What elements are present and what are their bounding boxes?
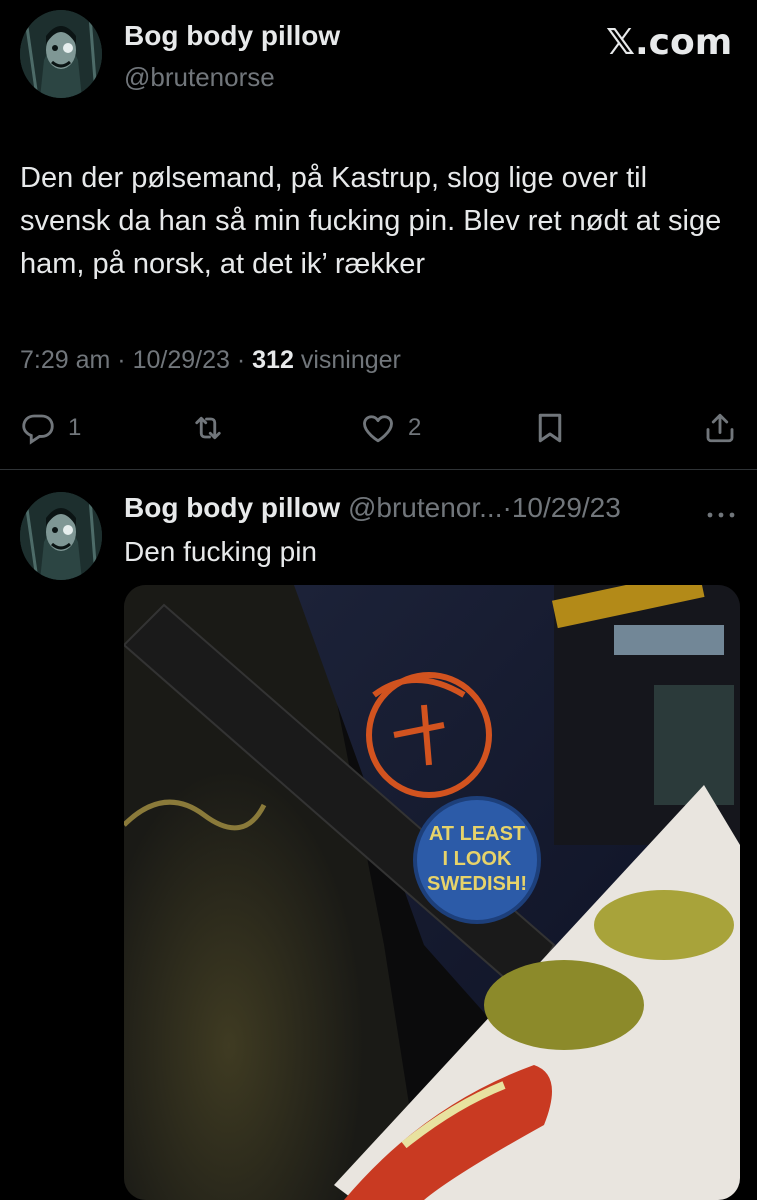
reply-author-handle[interactable]: @brutenor... (348, 492, 503, 523)
like-button[interactable]: 2 (360, 410, 421, 446)
reply-count: 1 (68, 414, 82, 441)
divider (0, 469, 757, 470)
reply-header: Bog body pillow @brutenor...·10/29/23 (124, 492, 621, 524)
avatar-illustration (20, 10, 102, 98)
reply-author-name[interactable]: Bog body pillow (124, 492, 340, 523)
tweet-photo[interactable]: AT LEAST I LOOK SWEDISH! (124, 585, 740, 1200)
tweet-time[interactable]: 7:29 am (20, 346, 110, 374)
author-name[interactable]: Bog body pillow (124, 20, 340, 52)
more-icon (707, 512, 735, 518)
retweet-icon (195, 416, 221, 440)
more-button[interactable] (706, 506, 736, 518)
tweet-date[interactable]: 10/29/23 (133, 346, 230, 374)
reply-date[interactable]: 10/29/23 (512, 492, 621, 523)
reply-icon (22, 414, 54, 445)
like-count: 2 (408, 414, 422, 441)
tweet-meta: 7:29 am · 10/29/23 · 312 visninger (20, 346, 401, 375)
meta-separator: · (117, 346, 126, 374)
bookmark-icon (538, 413, 562, 443)
author-handle[interactable]: @brutenorse (124, 62, 275, 93)
heart-icon (363, 415, 393, 443)
bookmark-button[interactable] (532, 410, 568, 446)
reply-separator: · (502, 492, 512, 523)
tweet-text: Den der pølsemand, på Kastrup, slog lige… (20, 162, 722, 280)
photo-image: AT LEAST I LOOK SWEDISH! (124, 585, 740, 1200)
site-logo: 𝕏.com (606, 22, 733, 63)
meta-separator: · (236, 346, 246, 374)
share-icon (706, 413, 734, 443)
reply-author-avatar[interactable] (20, 492, 102, 580)
reply-button[interactable]: 1 (20, 410, 81, 446)
svg-text:AT LEAST: AT LEAST (429, 823, 525, 845)
retweet-button[interactable] (190, 410, 226, 446)
svg-text:I LOOK: I LOOK (443, 848, 512, 870)
views-label: visninger (300, 346, 401, 374)
author-avatar[interactable] (20, 10, 102, 98)
share-button[interactable] (702, 410, 738, 446)
avatar-illustration (20, 492, 102, 580)
reply-text: Den fucking pin (124, 536, 318, 567)
views-count: 312 (252, 346, 294, 374)
svg-text:SWEDISH!: SWEDISH! (427, 873, 527, 895)
